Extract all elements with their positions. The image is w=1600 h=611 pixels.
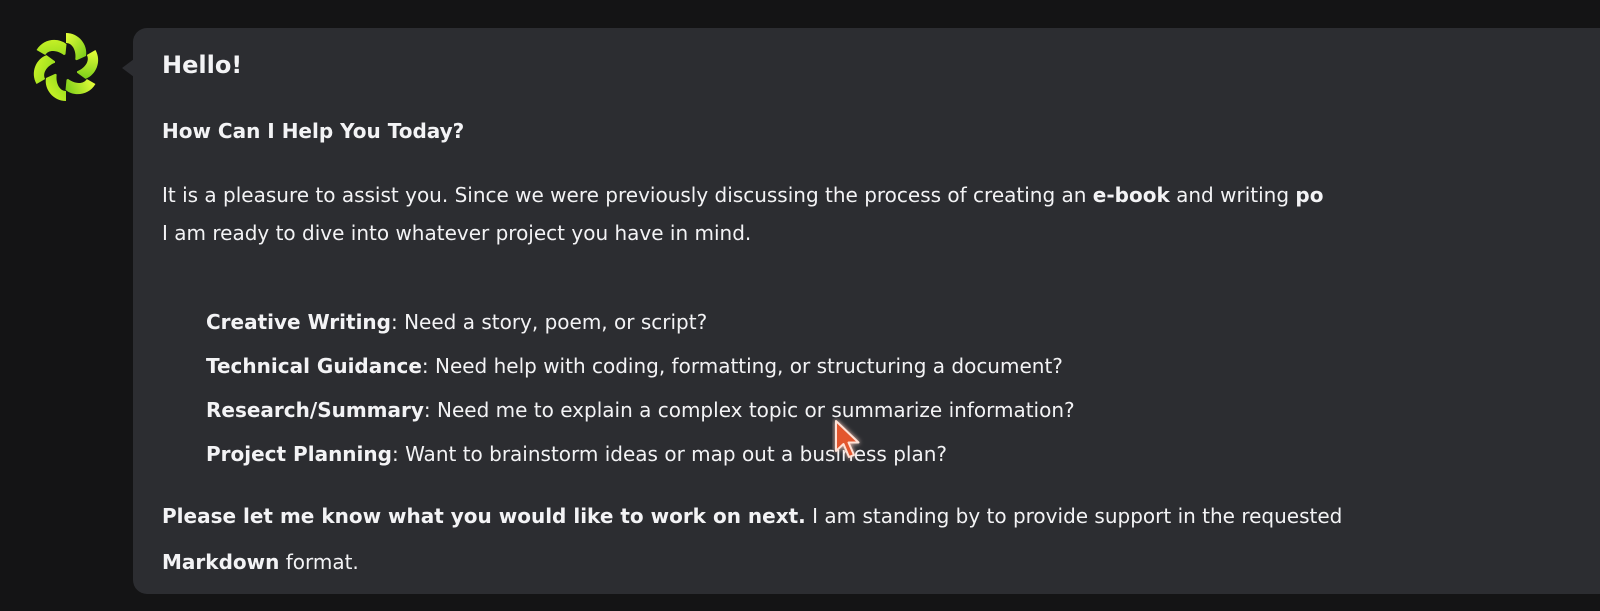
intro-text: It is a pleasure to assist you. Since we…: [162, 183, 1093, 207]
message-greeting: Hello!: [162, 51, 243, 79]
mouse-pointer-icon: [832, 418, 868, 464]
list-item: Project Planning: Want to brainstorm ide…: [206, 436, 1075, 480]
option-title: Technical Guidance: [206, 354, 422, 378]
closing-text: format.: [279, 550, 359, 574]
intro-text: and writing: [1169, 183, 1296, 207]
closing-bold-markdown: Markdown: [162, 550, 280, 574]
list-item: Creative Writing: Need a story, poem, or…: [206, 304, 1075, 348]
closing-line-2: Markdown format.: [162, 537, 1342, 587]
option-text: : Need help with coding, formatting, or …: [421, 354, 1063, 378]
list-item: Research/Summary: Need me to explain a c…: [206, 392, 1075, 436]
closing-line-1: Please let me know what you would like t…: [162, 491, 1342, 541]
options-list: Creative Writing: Need a story, poem, or…: [206, 304, 1075, 480]
assistant-logo-icon: [28, 29, 104, 105]
assistant-message-bubble: Hello! How Can I Help You Today? It is a…: [133, 28, 1600, 594]
option-title: Creative Writing: [206, 310, 391, 334]
option-title: Research/Summary: [206, 398, 424, 422]
option-text: : Need me to explain a complex topic or …: [423, 398, 1075, 422]
chat-view: Hello! How Can I Help You Today? It is a…: [0, 0, 1600, 611]
closing-text: I am standing by to provide support in t…: [805, 504, 1343, 528]
closing-bold: Please let me know what you would like t…: [162, 504, 806, 528]
message-subheading: How Can I Help You Today?: [162, 119, 465, 143]
intro-bold-truncated: po: [1295, 183, 1324, 207]
closing-paragraph: Please let me know what you would like t…: [162, 491, 1342, 587]
intro-bold-ebook: e-book: [1092, 183, 1170, 207]
option-text: : Need a story, poem, or script?: [390, 310, 708, 334]
list-item: Technical Guidance: Need help with codin…: [206, 348, 1075, 392]
option-title: Project Planning: [206, 442, 392, 466]
intro-paragraph: It is a pleasure to assist you. Since we…: [162, 170, 1600, 258]
